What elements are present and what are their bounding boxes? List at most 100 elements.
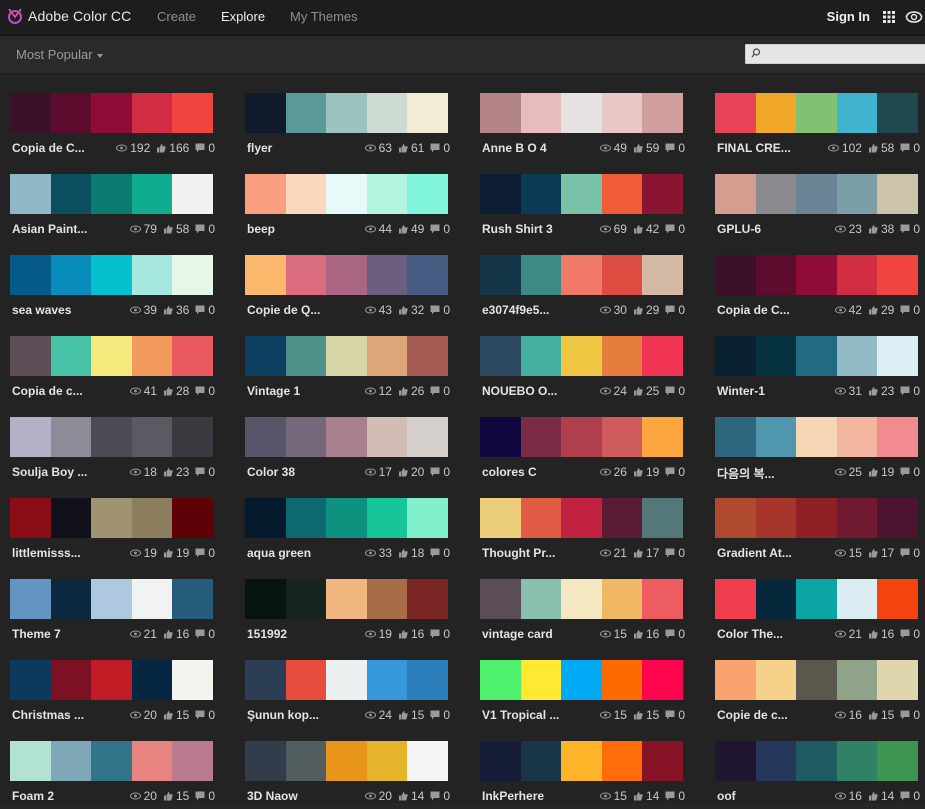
thumbs-up-icon[interactable] xyxy=(868,467,878,477)
theme-name[interactable]: Winter-1 xyxy=(717,384,815,398)
theme-swatches[interactable] xyxy=(715,660,918,700)
theme-card[interactable]: Soulja Boy ... 18 23 0 xyxy=(0,398,235,479)
theme-card[interactable]: Color 38 17 20 0 xyxy=(235,398,470,479)
theme-swatches[interactable] xyxy=(480,417,683,457)
theme-card[interactable]: Copie de c... 16 15 0 xyxy=(705,641,925,722)
thumbs-up-icon[interactable] xyxy=(398,143,408,153)
thumbs-up-icon[interactable] xyxy=(868,224,878,234)
adobe-color-logo-icon[interactable] xyxy=(6,6,24,26)
theme-name[interactable]: Copia de c... xyxy=(12,384,110,398)
nav-my-themes[interactable]: My Themes xyxy=(290,9,358,24)
thumbs-up-icon[interactable] xyxy=(163,548,173,558)
theme-swatches[interactable] xyxy=(245,93,448,133)
search-input[interactable] xyxy=(745,44,925,64)
thumbs-up-icon[interactable] xyxy=(398,224,408,234)
theme-card[interactable]: Gradient At... 15 17 0 xyxy=(705,479,925,560)
theme-swatches[interactable] xyxy=(715,579,918,619)
theme-name[interactable]: GPLU-6 xyxy=(717,222,815,236)
theme-swatches[interactable] xyxy=(715,174,918,214)
theme-name[interactable]: sea waves xyxy=(12,303,110,317)
theme-name[interactable]: Color 38 xyxy=(247,465,345,479)
theme-card[interactable]: FINAL CRE... 102 58 0 xyxy=(705,74,925,155)
theme-card[interactable]: Theme 7 21 16 0 xyxy=(0,560,235,641)
theme-name[interactable]: beep xyxy=(247,222,345,236)
theme-name[interactable]: Christmas ... xyxy=(12,708,110,722)
theme-swatches[interactable] xyxy=(245,498,448,538)
theme-card[interactable]: Christmas ... 20 15 0 xyxy=(0,641,235,722)
theme-swatches[interactable] xyxy=(245,336,448,376)
theme-card[interactable]: 151992 19 16 0 xyxy=(235,560,470,641)
theme-card[interactable]: Anne B O 4 49 59 0 xyxy=(470,74,705,155)
theme-swatches[interactable] xyxy=(10,174,213,214)
theme-name[interactable]: e3074f9e5... xyxy=(482,303,580,317)
theme-card[interactable]: Rush Shirt 3 69 42 0 xyxy=(470,155,705,236)
theme-name[interactable]: Soulja Boy ... xyxy=(12,465,110,479)
thumbs-up-icon[interactable] xyxy=(398,386,408,396)
thumbs-up-icon[interactable] xyxy=(398,629,408,639)
theme-name[interactable]: Thought Pr... xyxy=(482,546,580,560)
theme-swatches[interactable] xyxy=(480,174,683,214)
theme-name[interactable]: Rush Shirt 3 xyxy=(482,222,580,236)
theme-swatches[interactable] xyxy=(10,660,213,700)
theme-card[interactable]: InkPerhere 15 14 0 xyxy=(470,722,705,803)
thumbs-up-icon[interactable] xyxy=(868,386,878,396)
app-title[interactable]: Adobe Color CC xyxy=(28,8,131,24)
theme-name[interactable]: oof xyxy=(717,789,815,803)
nav-create[interactable]: Create xyxy=(157,9,196,24)
thumbs-up-icon[interactable] xyxy=(868,629,878,639)
theme-card[interactable]: e3074f9e5... 30 29 0 xyxy=(470,236,705,317)
theme-card[interactable]: flyer 63 61 0 xyxy=(235,74,470,155)
thumbs-up-icon[interactable] xyxy=(633,305,643,315)
theme-swatches[interactable] xyxy=(10,498,213,538)
theme-name[interactable]: FINAL CRE... xyxy=(717,141,815,155)
theme-swatches[interactable] xyxy=(245,255,448,295)
theme-swatches[interactable] xyxy=(480,741,683,781)
theme-swatches[interactable] xyxy=(480,660,683,700)
theme-card[interactable]: Thought Pr... 21 17 0 xyxy=(470,479,705,560)
thumbs-up-icon[interactable] xyxy=(633,710,643,720)
theme-name[interactable]: Asian Paint... xyxy=(12,222,110,236)
theme-swatches[interactable] xyxy=(715,255,918,295)
thumbs-up-icon[interactable] xyxy=(398,710,408,720)
theme-swatches[interactable] xyxy=(245,741,448,781)
theme-name[interactable]: Vintage 1 xyxy=(247,384,345,398)
theme-card[interactable]: Şunun kop... 24 15 0 xyxy=(235,641,470,722)
theme-swatches[interactable] xyxy=(10,579,213,619)
thumbs-up-icon[interactable] xyxy=(163,467,173,477)
thumbs-up-icon[interactable] xyxy=(633,386,643,396)
sign-in-button[interactable]: Sign In xyxy=(827,9,870,24)
theme-swatches[interactable] xyxy=(10,417,213,457)
theme-name[interactable]: 3D Naow xyxy=(247,789,345,803)
theme-name[interactable]: Anne B O 4 xyxy=(482,141,580,155)
theme-card[interactable]: Copia de c... 41 28 0 xyxy=(0,317,235,398)
theme-card[interactable]: 다음의 복... 25 19 0 xyxy=(705,398,925,481)
theme-card[interactable]: Winter-1 31 23 0 xyxy=(705,317,925,398)
theme-name[interactable]: flyer xyxy=(247,141,345,155)
theme-name[interactable]: Copia de C... xyxy=(12,141,110,155)
thumbs-up-icon[interactable] xyxy=(633,548,643,558)
theme-card[interactable]: Copie de Q... 43 32 0 xyxy=(235,236,470,317)
thumbs-up-icon[interactable] xyxy=(633,224,643,234)
theme-name[interactable]: colores C xyxy=(482,465,580,479)
thumbs-up-icon[interactable] xyxy=(868,305,878,315)
thumbs-up-icon[interactable] xyxy=(633,791,643,801)
theme-name[interactable]: Şunun kop... xyxy=(247,708,345,722)
theme-card[interactable]: Vintage 1 12 26 0 xyxy=(235,317,470,398)
theme-card[interactable]: Asian Paint... 79 58 0 xyxy=(0,155,235,236)
theme-swatches[interactable] xyxy=(715,336,918,376)
theme-swatches[interactable] xyxy=(480,579,683,619)
thumbs-up-icon[interactable] xyxy=(163,791,173,801)
theme-name[interactable]: Copie de Q... xyxy=(247,303,345,317)
theme-name[interactable]: Color The... xyxy=(717,627,815,641)
theme-card[interactable]: oof 16 14 0 xyxy=(705,722,925,803)
thumbs-up-icon[interactable] xyxy=(398,791,408,801)
theme-card[interactable]: Color The... 21 16 0 xyxy=(705,560,925,641)
thumbs-up-icon[interactable] xyxy=(868,143,878,153)
theme-swatches[interactable] xyxy=(245,579,448,619)
theme-name[interactable]: Gradient At... xyxy=(717,546,815,560)
thumbs-up-icon[interactable] xyxy=(398,305,408,315)
theme-name[interactable]: V1 Tropical ... xyxy=(482,708,580,722)
theme-swatches[interactable] xyxy=(245,417,448,457)
thumbs-up-icon[interactable] xyxy=(398,548,408,558)
creative-cloud-icon[interactable] xyxy=(905,8,923,26)
